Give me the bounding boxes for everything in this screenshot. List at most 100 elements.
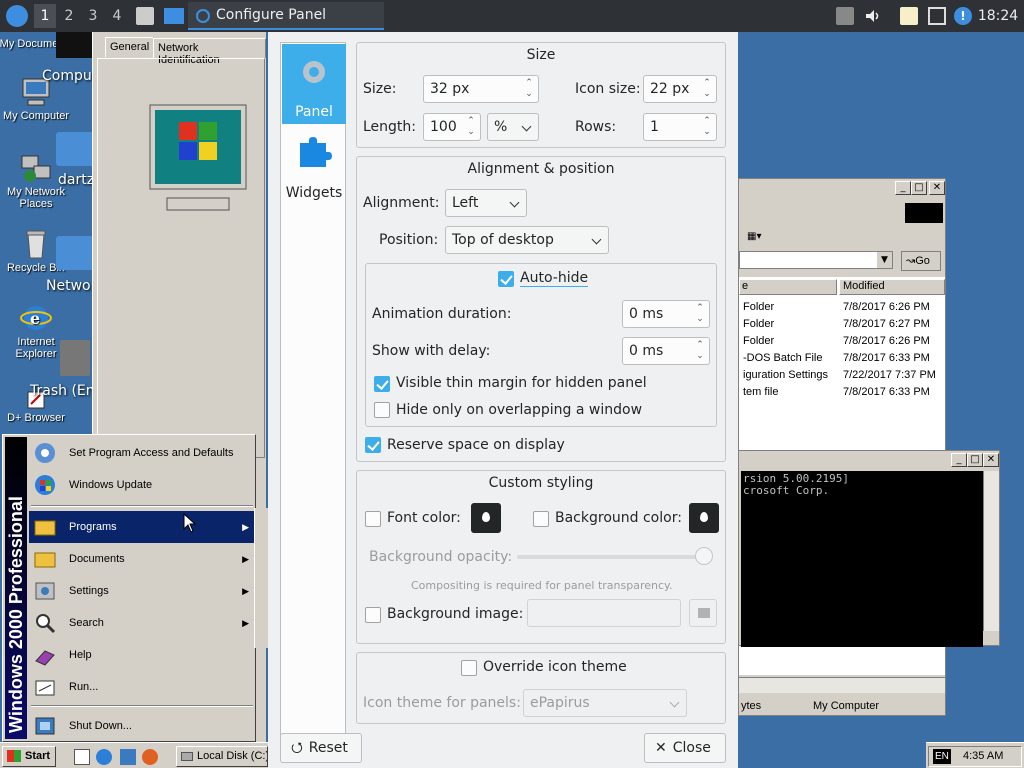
opacity-slider[interactable] — [517, 547, 713, 565]
quick-launch-ie-icon[interactable] — [96, 749, 112, 765]
taskbar-button-local-disk[interactable]: Local Disk (C:) — [176, 746, 268, 767]
page-widgets[interactable]: Widgets — [282, 125, 346, 205]
menu-item-help[interactable]: Help — [29, 639, 255, 671]
spin-arrows-icon[interactable]: ⌃ ⌄ — [524, 78, 534, 100]
horizontal-scrollbar[interactable] — [739, 677, 945, 693]
close-button[interactable]: ✕ — [929, 181, 945, 195]
slider-handle[interactable] — [695, 547, 713, 565]
table-row[interactable]: iguration Settings 7/22/2017 7:37 PM — [741, 367, 941, 384]
menu-item-shut-down[interactable]: Shut Down... — [29, 710, 255, 742]
start-button[interactable]: Start — [2, 746, 56, 767]
trash-icon[interactable] — [60, 340, 90, 376]
hide-overlap-label[interactable]: Hide only on overlapping a window — [396, 402, 642, 418]
menu-item-run[interactable]: Run... — [29, 671, 255, 703]
table-row[interactable]: Folder 7/8/2017 6:26 PM — [741, 333, 941, 350]
lxqt-menu-icon[interactable] — [6, 5, 28, 27]
hide-overlap-checkbox[interactable] — [374, 402, 390, 418]
background-image-checkbox[interactable] — [365, 607, 381, 623]
menu-item-documents[interactable]: Documents ▶ — [29, 543, 255, 575]
menu-item-set-program-access[interactable]: Set Program Access and Defaults — [29, 437, 255, 469]
info-icon[interactable]: ! — [954, 7, 972, 25]
override-icon-theme-checkbox[interactable] — [461, 660, 477, 676]
autohide-checkbox[interactable] — [498, 271, 514, 287]
reserve-space-checkbox[interactable] — [365, 437, 381, 453]
table-row[interactable]: Folder 7/8/2017 6:27 PM — [741, 316, 941, 333]
background-color-picker-icon[interactable] — [689, 503, 719, 533]
file-manager-icon[interactable] — [164, 8, 184, 24]
show-desktop-icon[interactable] — [136, 7, 154, 25]
maximize-button[interactable]: □ — [911, 181, 927, 195]
browse-image-button[interactable] — [689, 599, 717, 627]
panel-clock[interactable]: 18:24 — [976, 0, 1020, 32]
views-icon[interactable]: ▦▾ — [747, 231, 771, 245]
reserve-space-label[interactable]: Reserve space on display — [387, 437, 565, 453]
icon-size-spinbox[interactable]: 22 px ⌃ ⌄ — [643, 75, 717, 103]
page-panel[interactable]: Panel — [282, 44, 346, 124]
icon-theme-combo[interactable]: ePapirus — [523, 689, 687, 717]
table-row[interactable]: Folder 7/8/2017 6:26 PM — [741, 299, 941, 316]
address-bar[interactable] — [739, 251, 893, 269]
desktop-label-home[interactable]: dartz — [58, 172, 94, 188]
tab-general[interactable]: General — [105, 37, 155, 57]
screen-icon[interactable] — [928, 7, 946, 25]
show-delay-spinbox[interactable]: 0 ms ⌃ ⌄ — [622, 337, 710, 365]
menu-item-search[interactable]: Search ▶ — [29, 607, 255, 639]
home-folder-icon[interactable] — [56, 132, 94, 166]
volume-icon[interactable] — [864, 7, 882, 25]
length-unit-combo[interactable]: % — [487, 113, 539, 141]
close-button[interactable]: ✕ Close — [644, 733, 726, 763]
column-header-modified[interactable]: Modified — [839, 279, 945, 295]
workspace-4[interactable]: 4 — [106, 4, 128, 28]
font-color-checkbox[interactable] — [365, 511, 381, 527]
length-spinbox[interactable]: 100 ⌃ ⌄ — [423, 113, 481, 141]
workspace-1[interactable]: 1 — [34, 4, 56, 28]
taskbar-button-configure-panel[interactable]: Configure Panel — [188, 2, 384, 30]
tray-clock[interactable]: 4:35 AM — [963, 747, 1003, 766]
quick-launch-desktop-icon[interactable] — [74, 749, 90, 765]
language-indicator[interactable]: EN — [933, 749, 951, 764]
position-combo[interactable]: Top of desktop — [445, 226, 609, 254]
size-spinbox[interactable]: 32 px ⌃ ⌄ — [423, 75, 539, 103]
minimize-button[interactable]: _ — [895, 181, 911, 195]
workspace-3[interactable]: 3 — [82, 4, 104, 28]
minimize-button[interactable]: _ — [951, 453, 967, 467]
spin-arrows-icon[interactable]: ⌃ ⌄ — [702, 116, 712, 138]
column-header-name[interactable]: e — [739, 279, 837, 295]
table-row[interactable]: tem file 7/8/2017 6:33 PM — [741, 384, 941, 401]
animation-duration-spinbox[interactable]: 0 ms ⌃ ⌄ — [622, 300, 710, 328]
menu-item-windows-update[interactable]: Windows Update — [29, 469, 255, 501]
reset-button[interactable]: ⭯ Reset — [280, 733, 362, 763]
spin-arrows-icon[interactable]: ⌃ ⌄ — [695, 303, 705, 325]
autohide-label[interactable]: Auto-hide — [520, 270, 589, 287]
tab-network-identification[interactable]: Network Identification — [153, 38, 266, 66]
desktop-icon-my-documents[interactable]: My Docume — [0, 38, 64, 50]
background-color-label[interactable]: Background color: — [555, 510, 682, 526]
font-color-picker-icon[interactable] — [471, 503, 501, 533]
alignment-combo[interactable]: Left — [445, 189, 527, 217]
thin-margin-checkbox[interactable] — [374, 376, 390, 392]
thin-margin-label[interactable]: Visible thin margin for hidden panel — [396, 375, 647, 391]
vertical-scrollbar[interactable] — [983, 471, 999, 631]
console-output[interactable]: rsion 5.00.2195] crosoft Corp. — [741, 471, 983, 647]
quick-launch-explorer-icon[interactable] — [120, 749, 136, 765]
spin-arrows-icon[interactable]: ⌃ ⌄ — [466, 116, 476, 138]
spin-arrows-icon[interactable]: ⌃ ⌄ — [695, 340, 705, 362]
background-image-label[interactable]: Background image: — [387, 606, 523, 622]
rows-spinbox[interactable]: 1 ⌃ ⌄ — [643, 113, 717, 141]
background-image-field[interactable] — [527, 599, 681, 627]
menu-item-programs[interactable]: Programs ▶ — [29, 511, 255, 543]
override-icon-theme-label[interactable]: Override icon theme — [483, 659, 627, 675]
quick-launch-firefox-icon[interactable] — [142, 749, 158, 765]
menu-item-settings[interactable]: Settings ▶ — [29, 575, 255, 607]
workspace-2[interactable]: 2 — [58, 4, 80, 28]
close-button[interactable]: ✕ — [983, 453, 999, 467]
network-folder-icon[interactable] — [56, 236, 94, 270]
font-color-label[interactable]: Font color: — [387, 510, 461, 526]
address-dropdown[interactable]: ▼ — [877, 252, 892, 268]
background-color-checkbox[interactable] — [533, 511, 549, 527]
table-row[interactable]: -DOS Batch File 7/8/2017 6:33 PM — [741, 350, 941, 367]
spin-arrows-icon[interactable]: ⌃ ⌄ — [702, 78, 712, 100]
clipboard-icon[interactable] — [900, 7, 918, 25]
go-button[interactable]: ↝Go — [901, 251, 941, 271]
update-icon[interactable] — [836, 7, 854, 25]
